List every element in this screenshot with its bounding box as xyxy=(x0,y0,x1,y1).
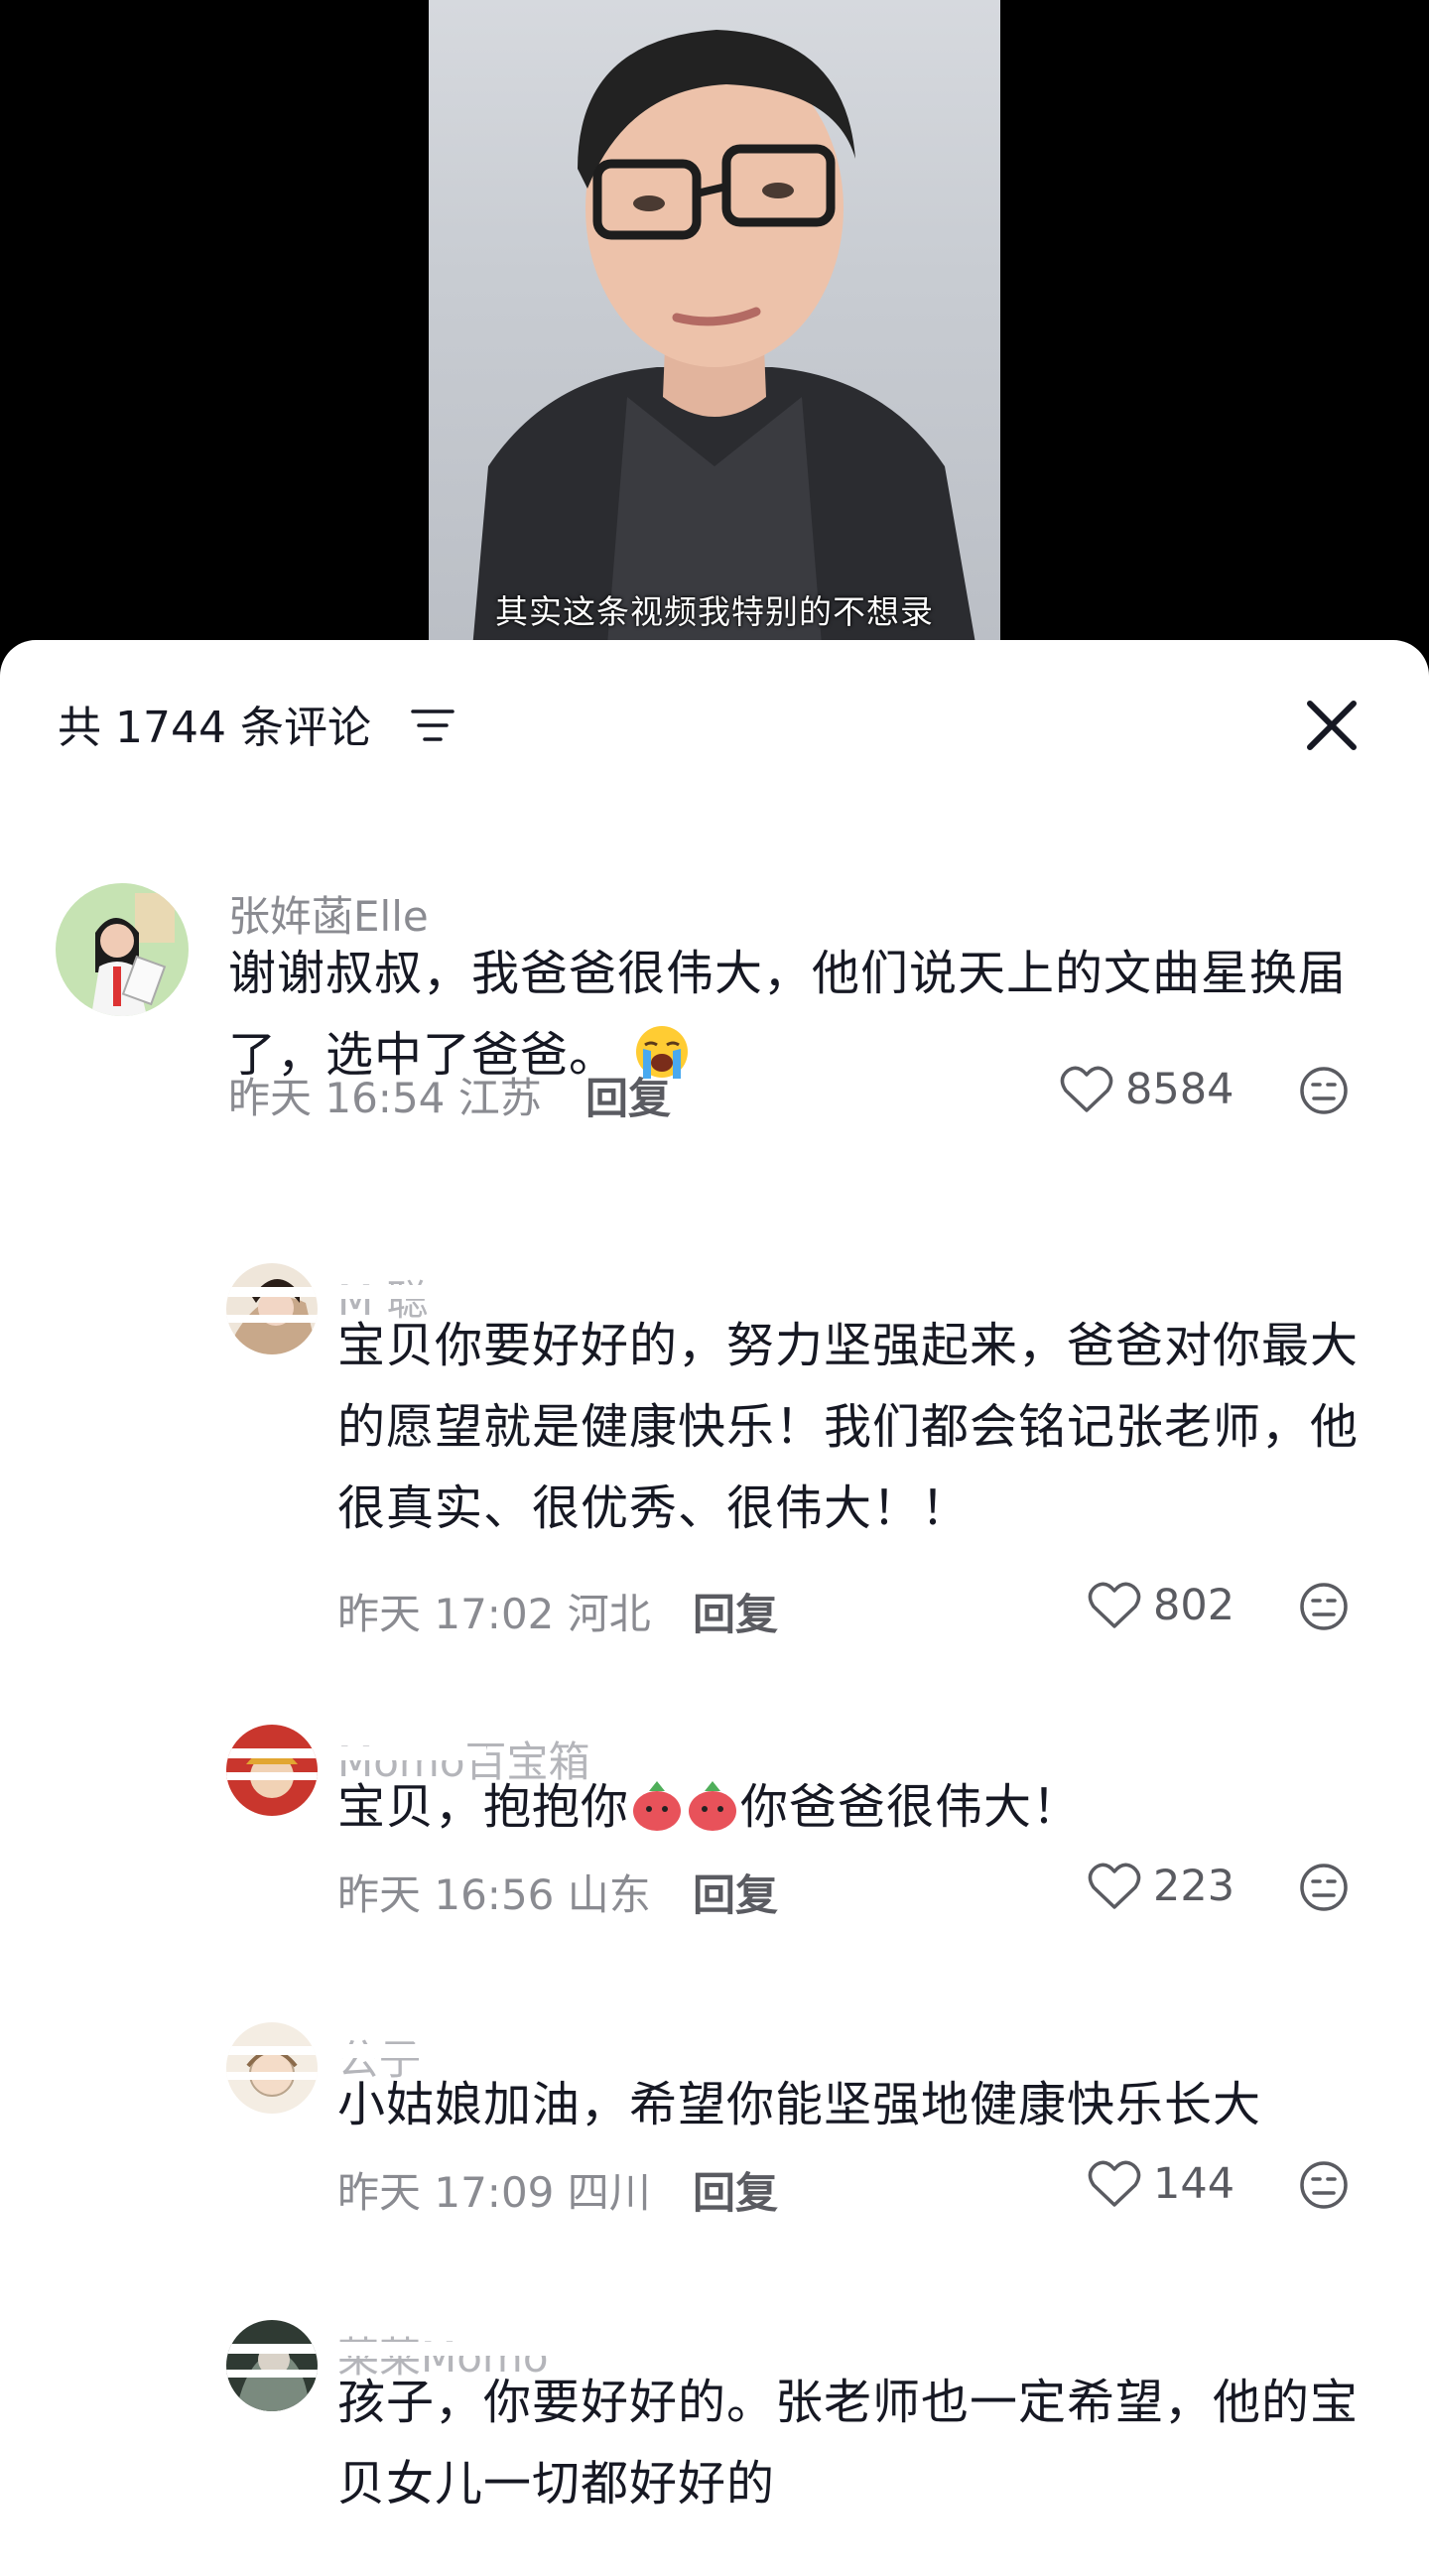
comment-meta: 昨天 16:54 江苏 xyxy=(228,1065,542,1125)
comment-location: 江苏 xyxy=(457,1074,542,1122)
comment-text: 小姑娘加油，希望你能坚强地健康快乐长大 xyxy=(337,2077,1262,2132)
dislike-face-icon[interactable] xyxy=(1298,1065,1350,1116)
comment-meta: 昨天 17:02 河北 xyxy=(337,1581,651,1641)
comment-time: 昨天 17:02 xyxy=(337,1590,555,1638)
comment-location: 河北 xyxy=(567,1590,651,1638)
video-subtitle: 其实这条视频我特别的不想录 xyxy=(495,592,934,631)
reply-comment-item: M 聪 宝贝你要好好的，努力坚强起来，爸爸对你最大的愿望就是健康快乐！我们都会铭… xyxy=(0,1263,1429,1680)
comment-time: 昨天 16:54 xyxy=(228,1074,446,1122)
like-button[interactable]: 8584 xyxy=(1060,1060,1234,1119)
avatar[interactable] xyxy=(226,2022,318,2114)
comment-meta: 昨天 16:56 山东 xyxy=(337,1862,651,1922)
reply-comment-item: 公子 小姑娘加油，希望你能坚强地健康快乐长大 昨天 17:09 四川 回复 14… xyxy=(0,2022,1429,2280)
reply-button[interactable]: 回复 xyxy=(693,1581,778,1642)
username-mask xyxy=(327,1746,486,1760)
video-frame[interactable]: 其实这条视频我特别的不想录 xyxy=(429,0,1000,695)
avatar[interactable] xyxy=(226,1263,318,1354)
dislike-face-icon[interactable] xyxy=(1298,1581,1350,1632)
reply-comment-item: Momo百宝箱 宝贝，抱抱你 你爸爸很伟大！ 昨天 16:56 山东 回复 22… xyxy=(0,1725,1429,1983)
comment-location: 山东 xyxy=(567,1870,651,1919)
avatar[interactable] xyxy=(56,883,189,1016)
heart-icon xyxy=(1060,1066,1113,1112)
comment-time: 昨天 17:09 xyxy=(337,2168,555,2217)
reply-button[interactable]: 回复 xyxy=(693,2159,778,2221)
heart-icon xyxy=(1088,1863,1141,1909)
comment-count-title: 共 1744 条评论 xyxy=(58,703,371,753)
reply-comment-item: 莱莱Momo 孩子，你要好好的。张老师也一定希望，他的宝贝女儿一切都好好的 xyxy=(0,2320,1429,2576)
username-mask xyxy=(327,2044,447,2058)
comment-text-before: 宝贝，抱抱你 xyxy=(337,1779,630,1835)
heart-icon xyxy=(1088,2160,1141,2207)
video-player[interactable]: 其实这条视频我特别的不想录 xyxy=(0,0,1429,695)
heart-icon xyxy=(1088,1582,1141,1628)
hug-emoji-icon xyxy=(633,1781,737,1831)
username-mask xyxy=(327,1285,526,1299)
dislike-face-icon[interactable] xyxy=(1298,2159,1350,2211)
username-mask xyxy=(327,2342,585,2356)
reply-button[interactable]: 回复 xyxy=(693,1862,778,1923)
like-count: 144 xyxy=(1153,2159,1235,2209)
comment-sheet: 共 1744 条评论 张姩菡Elle 谢谢叔叔，我爸爸很伟大，他们说天上的文曲星… xyxy=(0,640,1429,2576)
avatar[interactable] xyxy=(226,1725,318,1816)
comment-meta: 昨天 17:09 四川 xyxy=(337,2159,651,2220)
sort-lines-icon[interactable] xyxy=(411,708,455,743)
dislike-face-icon[interactable] xyxy=(1298,1862,1350,1913)
comment-text: 孩子，你要好好的。张老师也一定希望，他的宝贝女儿一切都好好的 xyxy=(337,2375,1360,2512)
avatar[interactable] xyxy=(226,2320,318,2411)
close-x-icon[interactable] xyxy=(1300,694,1364,757)
comment-text-after: 你爸爸很伟大！ xyxy=(740,1779,1082,1835)
comment-sheet-header: 共 1744 条评论 xyxy=(0,640,1429,789)
like-button[interactable]: 144 xyxy=(1088,2154,1234,2214)
comment-text: 宝贝，抱抱你 你爸爸很伟大！ xyxy=(337,1766,1379,1848)
like-count: 802 xyxy=(1153,1581,1235,1630)
like-button[interactable]: 802 xyxy=(1088,1576,1234,1635)
like-count: 223 xyxy=(1153,1862,1235,1911)
comment-location: 四川 xyxy=(567,2168,651,2217)
comment-text: 宝贝你要好好的，努力坚强起来，爸爸对你最大的愿望就是健康快乐！我们都会铭记张老师… xyxy=(337,1318,1360,1536)
comment-time: 昨天 16:56 xyxy=(337,1870,555,1919)
like-count: 8584 xyxy=(1125,1065,1234,1114)
like-button[interactable]: 223 xyxy=(1088,1857,1234,1916)
reply-button[interactable]: 回复 xyxy=(585,1065,671,1126)
